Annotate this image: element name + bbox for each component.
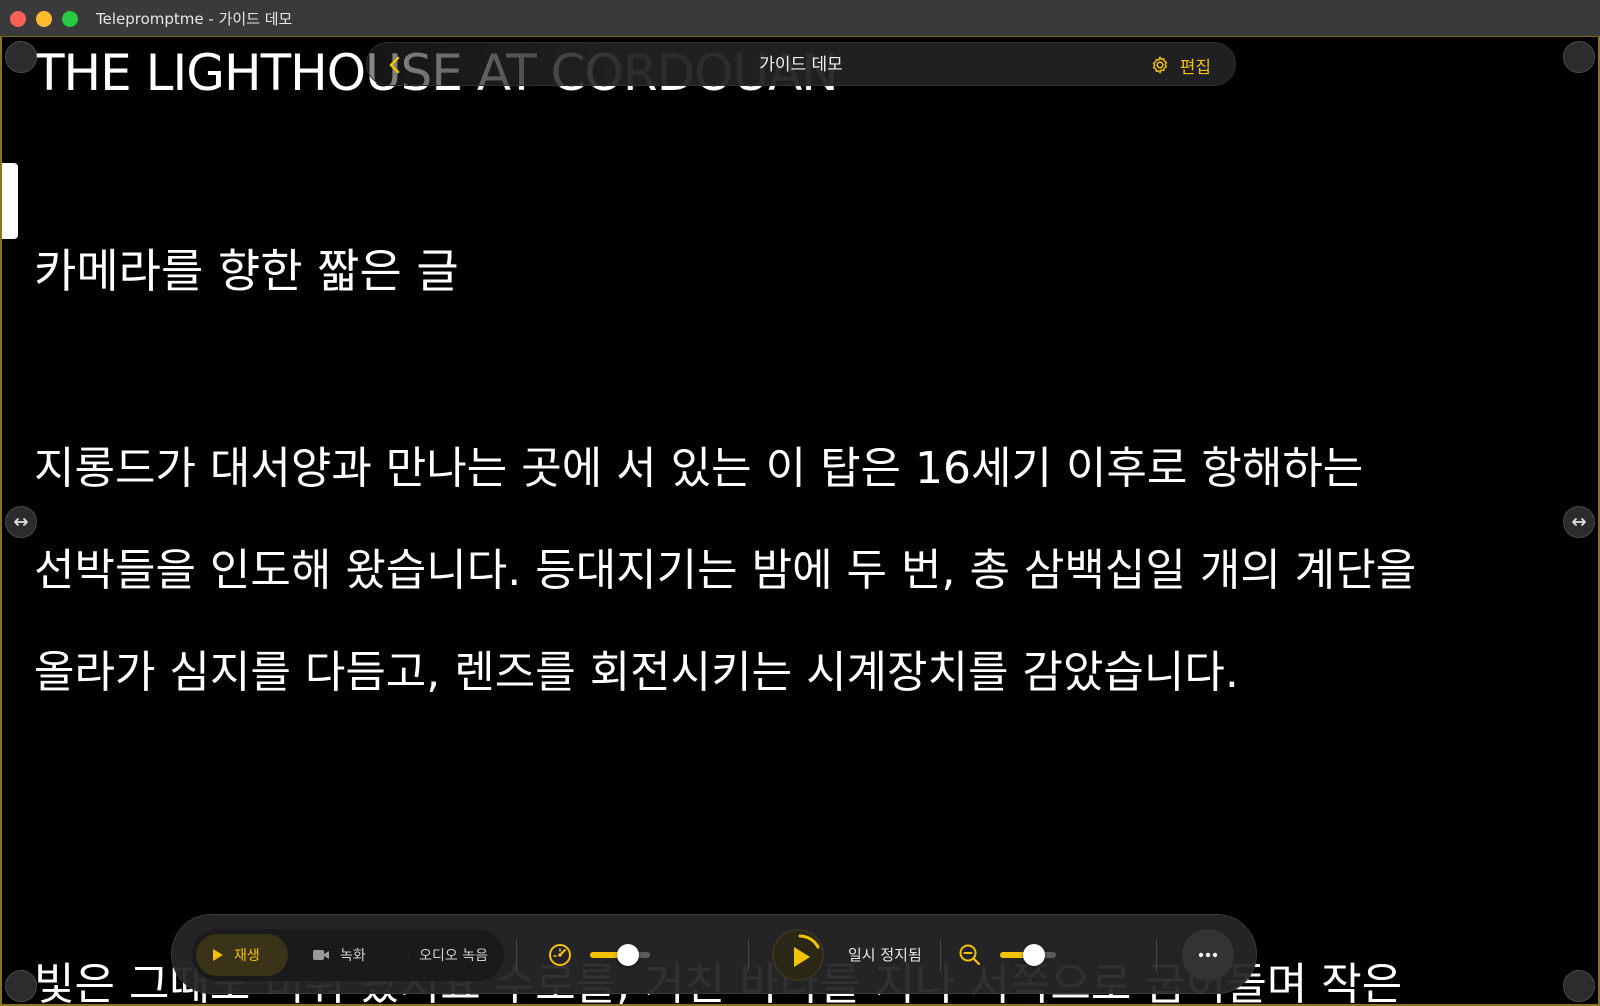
play-icon — [213, 949, 223, 961]
edit-button[interactable]: 편집 — [1150, 53, 1211, 78]
top-navigation-bar: 가이드 데모 편집 — [366, 42, 1236, 86]
divider — [516, 939, 517, 971]
play-progress-ring — [794, 934, 820, 967]
title-bar: Teleprompt​me - 가이드 데모 — [0, 0, 1600, 37]
maximize-window-button[interactable] — [62, 11, 78, 27]
close-window-button[interactable] — [10, 11, 26, 27]
waveform-icon — [408, 954, 410, 956]
mode-audio-record-label: 오디오 녹음 — [419, 948, 488, 964]
resize-handle-top-left[interactable] — [5, 41, 37, 73]
edit-button-label: 편집 — [1179, 57, 1211, 78]
gear-icon — [1152, 56, 1167, 74]
mode-record-label: 녹화 — [340, 948, 366, 964]
video-camera-icon — [313, 950, 329, 960]
playback-control-bar: 재생 녹화 오디오 녹음 일시 정지됨 — [171, 914, 1257, 994]
speed-slider-knob[interactable] — [617, 944, 639, 966]
resize-handle-right[interactable] — [1563, 506, 1595, 538]
divider — [748, 939, 749, 971]
play-icon — [794, 947, 810, 967]
app-window: THE LIGHTHOUSE AT CORDOUAN 카메라를 향한 짧은 글 … — [0, 0, 1600, 1006]
mode-play-label: 재생 — [234, 948, 260, 964]
resize-handle-bottom-left[interactable] — [5, 970, 37, 1002]
horizontal-resize-icon — [1572, 518, 1586, 526]
resize-handle-bottom-right[interactable] — [1563, 970, 1595, 1002]
speed-slider[interactable] — [590, 944, 650, 966]
mode-record-button[interactable]: 녹화 — [296, 934, 386, 976]
resize-handle-left[interactable] — [5, 506, 37, 538]
window-frame — [0, 37, 1600, 1006]
window-title: Teleprompt​me - 가이드 데모 — [96, 10, 293, 28]
mode-play-button[interactable]: 재생 — [196, 934, 288, 976]
mode-audio-record-button[interactable]: 오디오 녹음 — [392, 934, 504, 976]
resize-handle-top-right[interactable] — [1563, 41, 1595, 73]
zoom-slider-knob[interactable] — [1023, 944, 1045, 966]
document-title: 가이드 데모 — [759, 55, 843, 75]
divider — [1156, 939, 1157, 971]
more-options-button[interactable] — [1182, 929, 1234, 981]
playback-status: 일시 정지됨 — [848, 946, 922, 964]
divider — [940, 939, 941, 971]
zoom-slider[interactable] — [1000, 944, 1056, 966]
minimize-window-button[interactable] — [36, 11, 52, 27]
mode-selector: 재생 녹화 오디오 녹음 — [192, 929, 504, 981]
speedometer-icon[interactable] — [546, 941, 574, 969]
play-button[interactable] — [772, 929, 824, 981]
horizontal-resize-icon — [14, 518, 28, 526]
zoom-out-icon[interactable] — [956, 941, 984, 969]
ellipsis-icon — [1198, 952, 1218, 958]
